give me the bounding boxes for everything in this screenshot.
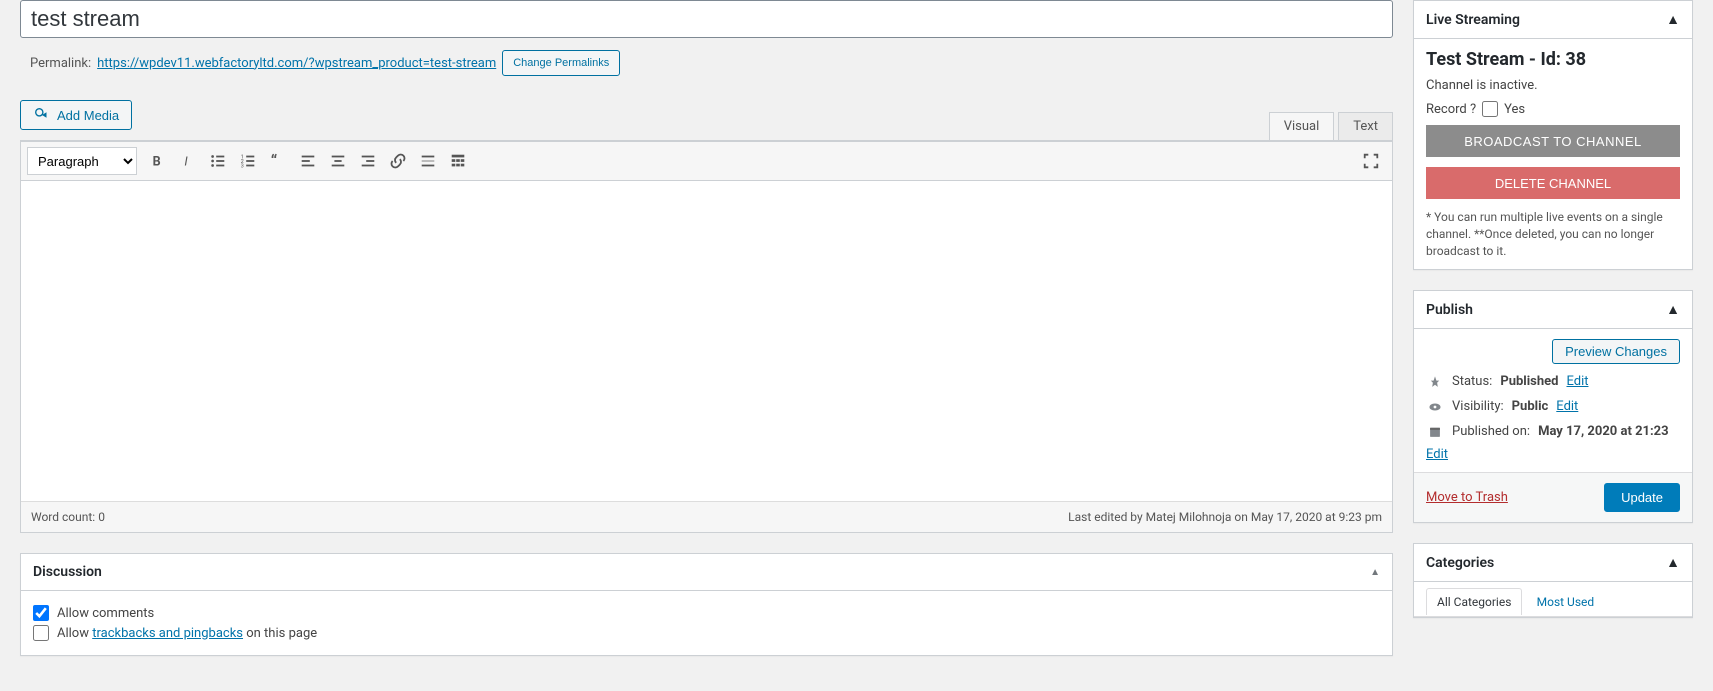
tab-text[interactable]: Text [1338, 112, 1393, 140]
allow-trackbacks-checkbox[interactable] [33, 625, 49, 641]
discussion-title: Discussion [33, 564, 102, 580]
italic-button[interactable]: I [173, 146, 203, 176]
live-streaming-panel-toggle[interactable]: Live Streaming ▲ [1414, 1, 1692, 39]
discussion-panel-toggle[interactable]: Discussion ▲ [21, 554, 1392, 591]
edit-date-link[interactable]: Edit [1426, 447, 1680, 462]
status-value: Published [1500, 374, 1558, 389]
channel-note: * You can run multiple live events on a … [1426, 209, 1680, 259]
edit-visibility-link[interactable]: Edit [1556, 399, 1578, 414]
tab-all-categories[interactable]: All Categories [1426, 588, 1522, 615]
publish-panel-toggle[interactable]: Publish ▲ [1414, 291, 1692, 329]
allow-comments-checkbox[interactable] [33, 605, 49, 621]
svg-text:“: “ [271, 152, 278, 170]
trackbacks-link[interactable]: trackbacks and pingbacks [92, 626, 243, 641]
stream-title: Test Stream - Id: 38 [1426, 49, 1680, 70]
calendar-icon [1426, 425, 1444, 439]
numbered-list-button[interactable]: 123 [233, 146, 263, 176]
chevron-up-icon: ▲ [1666, 11, 1680, 28]
content-editor[interactable] [21, 181, 1392, 501]
fullscreen-button[interactable] [1356, 146, 1386, 176]
publish-title: Publish [1426, 302, 1473, 318]
categories-panel-toggle[interactable]: Categories ▲ [1414, 544, 1692, 582]
status-label: Status: [1452, 374, 1492, 389]
svg-text:3: 3 [241, 163, 244, 169]
post-title-input[interactable] [20, 0, 1393, 38]
bullet-list-button[interactable] [203, 146, 233, 176]
chevron-up-icon: ▲ [1666, 554, 1680, 571]
published-value: May 17, 2020 at 21:23 [1538, 424, 1669, 439]
bold-button[interactable]: B [143, 146, 173, 176]
visibility-label: Visibility: [1452, 399, 1504, 414]
align-left-button[interactable] [293, 146, 323, 176]
blockquote-button[interactable]: “ [263, 146, 293, 176]
add-media-label: Add Media [57, 108, 119, 123]
tab-most-used[interactable]: Most Used [1526, 588, 1606, 616]
chevron-up-icon: ▲ [1666, 301, 1680, 318]
pin-icon [1426, 375, 1444, 389]
channel-status: Channel is inactive. [1426, 78, 1680, 93]
last-edited: Last edited by Matej Milohnoja on May 17… [1068, 510, 1382, 524]
link-button[interactable] [383, 146, 413, 176]
readmore-button[interactable] [413, 146, 443, 176]
toolbar-toggle-button[interactable] [443, 146, 473, 176]
live-streaming-title: Live Streaming [1426, 12, 1520, 28]
delete-channel-button[interactable]: DELETE CHANNEL [1426, 167, 1680, 199]
record-label: Record ? [1426, 102, 1476, 117]
align-right-button[interactable] [353, 146, 383, 176]
word-count: Word count: 0 [31, 510, 105, 524]
categories-title: Categories [1426, 555, 1494, 571]
move-to-trash-link[interactable]: Move to Trash [1426, 490, 1508, 505]
published-label: Published on: [1452, 424, 1530, 439]
svg-text:I: I [184, 155, 188, 170]
update-button[interactable]: Update [1604, 483, 1680, 512]
change-permalinks-button[interactable]: Change Permalinks [502, 50, 620, 76]
permalink-row: Permalink: https://wpdev11.webfactoryltd… [20, 44, 1393, 82]
permalink-url[interactable]: https://wpdev11.webfactoryltd.com/?wpstr… [97, 56, 496, 71]
tab-visual[interactable]: Visual [1269, 112, 1335, 140]
permalink-label: Permalink: [30, 56, 91, 71]
visibility-value: Public [1512, 399, 1549, 414]
eye-icon [1426, 400, 1444, 414]
allow-comments-label: Allow comments [57, 606, 154, 621]
chevron-up-icon: ▲ [1370, 567, 1380, 578]
record-yes-label: Yes [1504, 102, 1525, 117]
broadcast-button[interactable]: BROADCAST TO CHANNEL [1426, 125, 1680, 157]
record-checkbox[interactable] [1482, 101, 1498, 117]
edit-status-link[interactable]: Edit [1566, 374, 1588, 389]
preview-changes-button[interactable]: Preview Changes [1552, 339, 1680, 364]
add-media-button[interactable]: Add Media [20, 100, 132, 130]
allow-trackbacks-label: Allow trackbacks and pingbacks on this p… [57, 626, 317, 641]
svg-text:B: B [153, 155, 161, 170]
media-icon [33, 106, 51, 124]
align-center-button[interactable] [323, 146, 353, 176]
editor-toolbar: Paragraph B I 123 “ [21, 141, 1392, 181]
paragraph-select[interactable]: Paragraph [27, 147, 137, 175]
